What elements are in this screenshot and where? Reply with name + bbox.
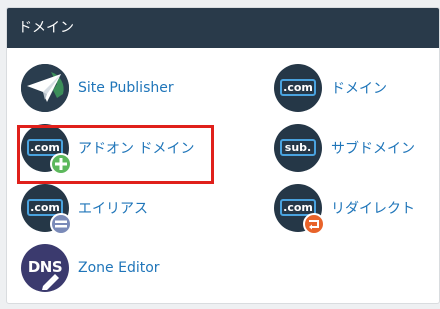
subdomains-label: サブドメイン [331, 141, 415, 157]
addon-domain-icon: .com [21, 124, 72, 175]
subdomains-link[interactable]: sub. サブドメイン [274, 123, 415, 173]
aliases-link[interactable]: .com エイリアス [21, 183, 148, 235]
aliases-label: エイリアス [78, 201, 148, 217]
subdomain-icon: sub. [274, 124, 322, 172]
redirects-label: リダイレクト [331, 201, 415, 217]
panel-title: ドメイン [7, 8, 439, 48]
domains-link[interactable]: .com ドメイン [274, 63, 387, 113]
sub-tag: sub. [280, 139, 316, 156]
redirects-link[interactable]: .com リダイレクト [274, 183, 415, 235]
com-tag: .com [280, 79, 316, 96]
redirect-icon: .com [274, 184, 325, 235]
zone-editor-label: Zone Editor [78, 260, 160, 276]
site-publisher-link[interactable]: Site Publisher [21, 63, 174, 113]
addon-domains-link[interactable]: .com アドオン ドメイン [21, 123, 195, 175]
domains-panel: ドメイン Site Publisher .com ドメイン .com アドオン … [6, 7, 440, 304]
dns-icon: DNS [21, 244, 69, 292]
addon-domains-label: アドオン ドメイン [78, 141, 195, 157]
domains-label: ドメイン [331, 81, 387, 97]
zone-editor-link[interactable]: DNS Zone Editor [21, 243, 160, 293]
alias-icon: .com [21, 184, 72, 235]
pencil-icon [42, 274, 59, 290]
site-publisher-icon [21, 64, 69, 112]
equals-icon [50, 213, 72, 235]
site-publisher-label: Site Publisher [78, 80, 174, 96]
com-domain-icon: .com [274, 64, 322, 112]
redirect-arrow-icon [303, 213, 325, 235]
plus-icon [50, 153, 72, 175]
